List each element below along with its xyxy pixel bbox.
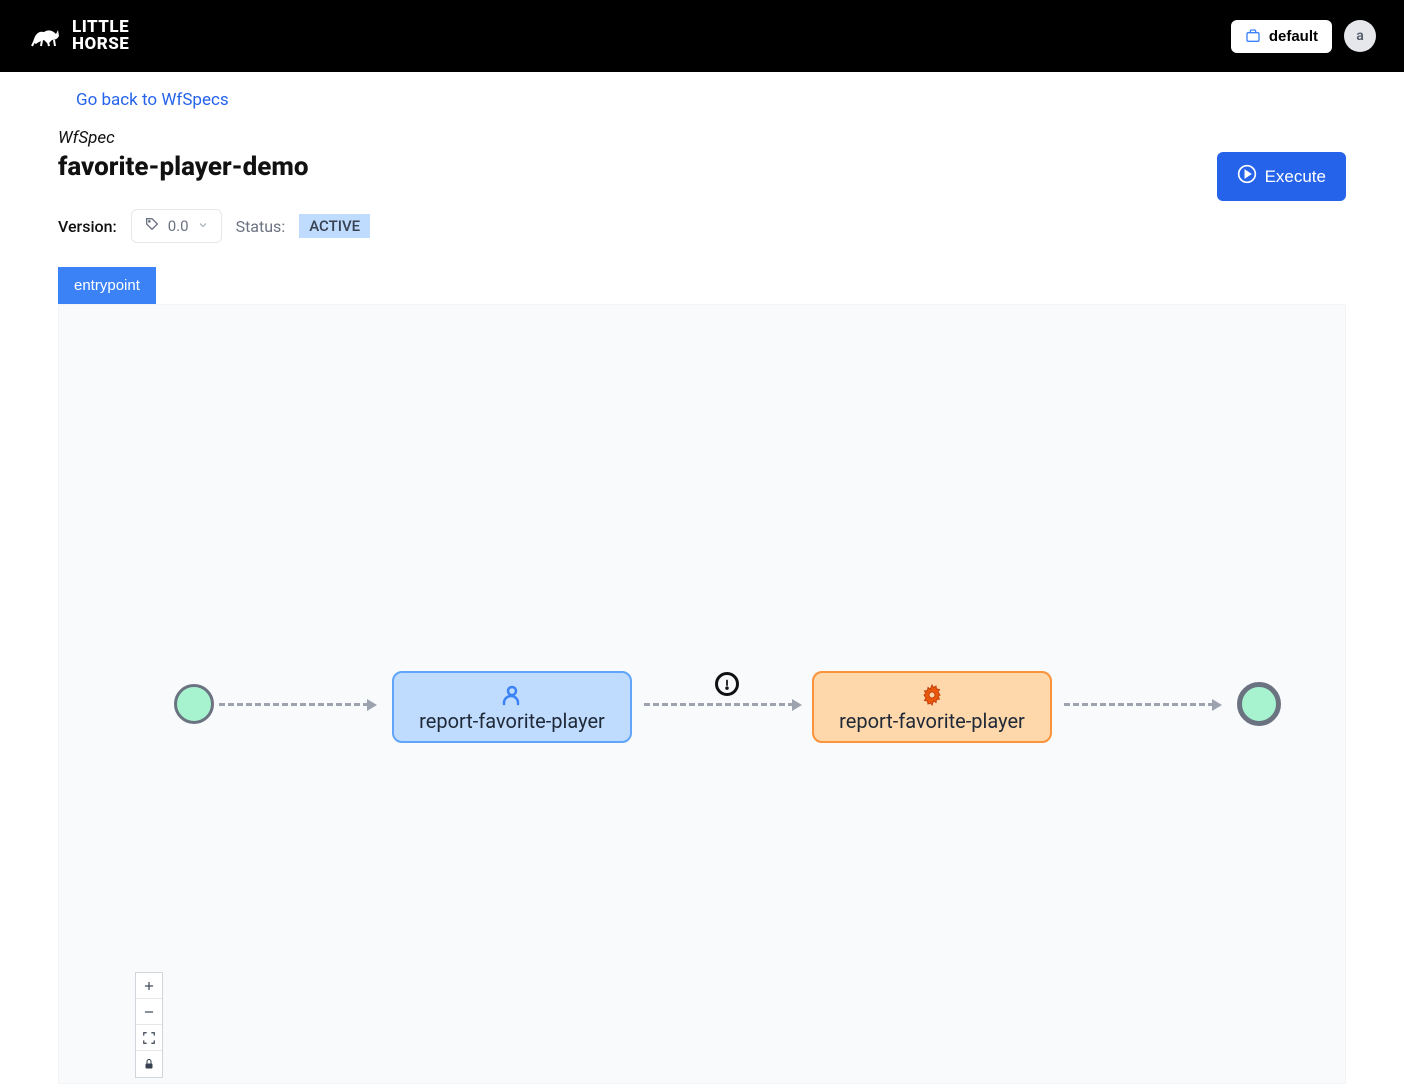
tenant-button[interactable]: default (1231, 20, 1332, 53)
start-node[interactable] (174, 684, 214, 724)
chevron-down-icon (197, 217, 209, 235)
avatar-initial: a (1356, 28, 1364, 44)
fit-view-button[interactable] (136, 1025, 162, 1051)
play-circle-icon (1237, 164, 1257, 189)
tenant-label: default (1269, 28, 1318, 45)
version-value: 0.0 (168, 217, 189, 235)
task-label: report-favorite-player (412, 709, 612, 733)
version-selector[interactable]: 0.0 (131, 209, 222, 243)
execute-label: Execute (1265, 167, 1326, 187)
page-title: favorite-player-demo (58, 152, 309, 182)
tab-entrypoint[interactable]: entrypoint (58, 267, 156, 304)
entity-type-label: WfSpec (58, 128, 1346, 148)
app-header: LITTLE HORSE default a (0, 0, 1404, 72)
zoom-in-button[interactable] (136, 973, 162, 999)
tabs: entrypoint (58, 267, 1346, 304)
lock-button[interactable] (136, 1051, 162, 1077)
brand-text-line2: HORSE (72, 36, 129, 53)
brand-logo: LITTLE HORSE (28, 19, 129, 53)
status-badge: ACTIVE (299, 214, 370, 238)
back-link[interactable]: Go back to WfSpecs (76, 90, 229, 110)
tag-icon (144, 216, 160, 236)
task-node-user[interactable]: report-favorite-player (392, 671, 632, 743)
alert-icon[interactable] (715, 672, 739, 696)
avatar[interactable]: a (1344, 20, 1376, 52)
edge (644, 703, 794, 706)
edge (219, 703, 369, 706)
gear-icon (832, 683, 1032, 707)
briefcase-icon (1245, 28, 1261, 44)
status-label: Status: (236, 217, 286, 236)
execute-button[interactable]: Execute (1217, 152, 1346, 201)
task-node-gear[interactable]: report-favorite-player (812, 671, 1052, 743)
user-icon (412, 683, 612, 707)
canvas-controls (135, 972, 163, 1078)
task-label: report-favorite-player (832, 709, 1032, 733)
workflow-canvas[interactable]: report-favorite-player report-favorite-p… (58, 304, 1346, 1084)
version-label: Version: (58, 217, 117, 236)
end-node[interactable] (1237, 682, 1281, 726)
zoom-out-button[interactable] (136, 999, 162, 1025)
edge (1064, 703, 1214, 706)
horse-icon (28, 20, 64, 52)
